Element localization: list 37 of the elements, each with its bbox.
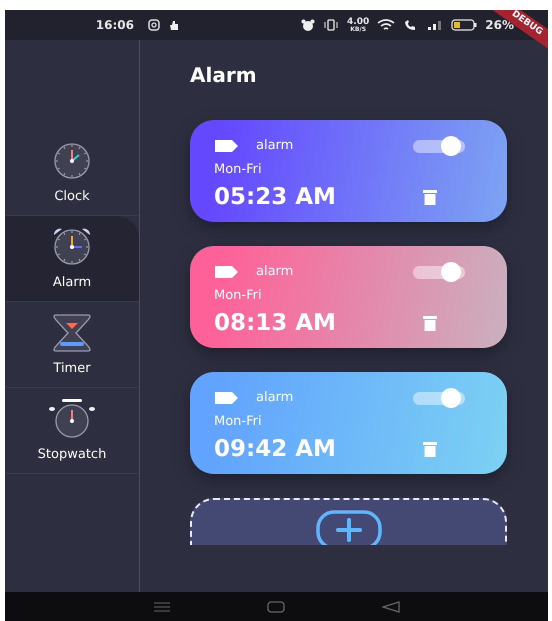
vibrate-icon: [323, 19, 340, 31]
tag-icon: [214, 139, 240, 153]
toggle-switch[interactable]: [411, 388, 467, 408]
network-speed: 4.00: [347, 18, 370, 26]
trash-icon[interactable]: [423, 440, 437, 457]
menu-icon[interactable]: [154, 602, 170, 612]
trash-icon[interactable]: [423, 188, 437, 205]
battery-percent: 26%: [485, 18, 514, 32]
trash-icon[interactable]: [423, 314, 437, 331]
home-icon[interactable]: [266, 600, 284, 612]
alarm-label: alarm: [256, 137, 294, 156]
battery-icon: [451, 19, 478, 31]
alarm-days: Mon-Fri: [214, 160, 483, 180]
toggle-switch[interactable]: [411, 136, 467, 156]
alarm-clock-icon: [301, 19, 316, 31]
sidebar-item[interactable]: Stopwatch: [5, 388, 139, 474]
page-title: Alarm: [190, 62, 258, 89]
sidebar-item[interactable]: Alarm: [5, 216, 139, 302]
hand-icon: [168, 19, 180, 31]
toggle-switch[interactable]: [411, 262, 467, 282]
alarm-days: Mon-Fri: [214, 412, 483, 432]
signal-icon: [427, 19, 444, 31]
alarm-time: 08:13 AM: [214, 308, 336, 338]
alarm-time: 09:42 AM: [214, 434, 336, 464]
wifi-icon: [377, 19, 396, 31]
add-icon: [316, 510, 382, 545]
sidebar-item[interactable]: Timer: [5, 302, 139, 388]
back-icon[interactable]: [382, 600, 400, 612]
tag-icon: [214, 265, 240, 279]
sidebar-item[interactable]: Clock: [5, 130, 139, 216]
alarm-time: 05:23 AM: [214, 182, 336, 212]
alarm-label: alarm: [256, 263, 294, 282]
alarm-label: alarm: [256, 389, 294, 408]
tag-icon: [214, 391, 240, 405]
alarm-days: Mon-Fri: [214, 286, 483, 306]
camera-icon: [148, 19, 160, 31]
clock-time: 16:06: [96, 17, 134, 34]
